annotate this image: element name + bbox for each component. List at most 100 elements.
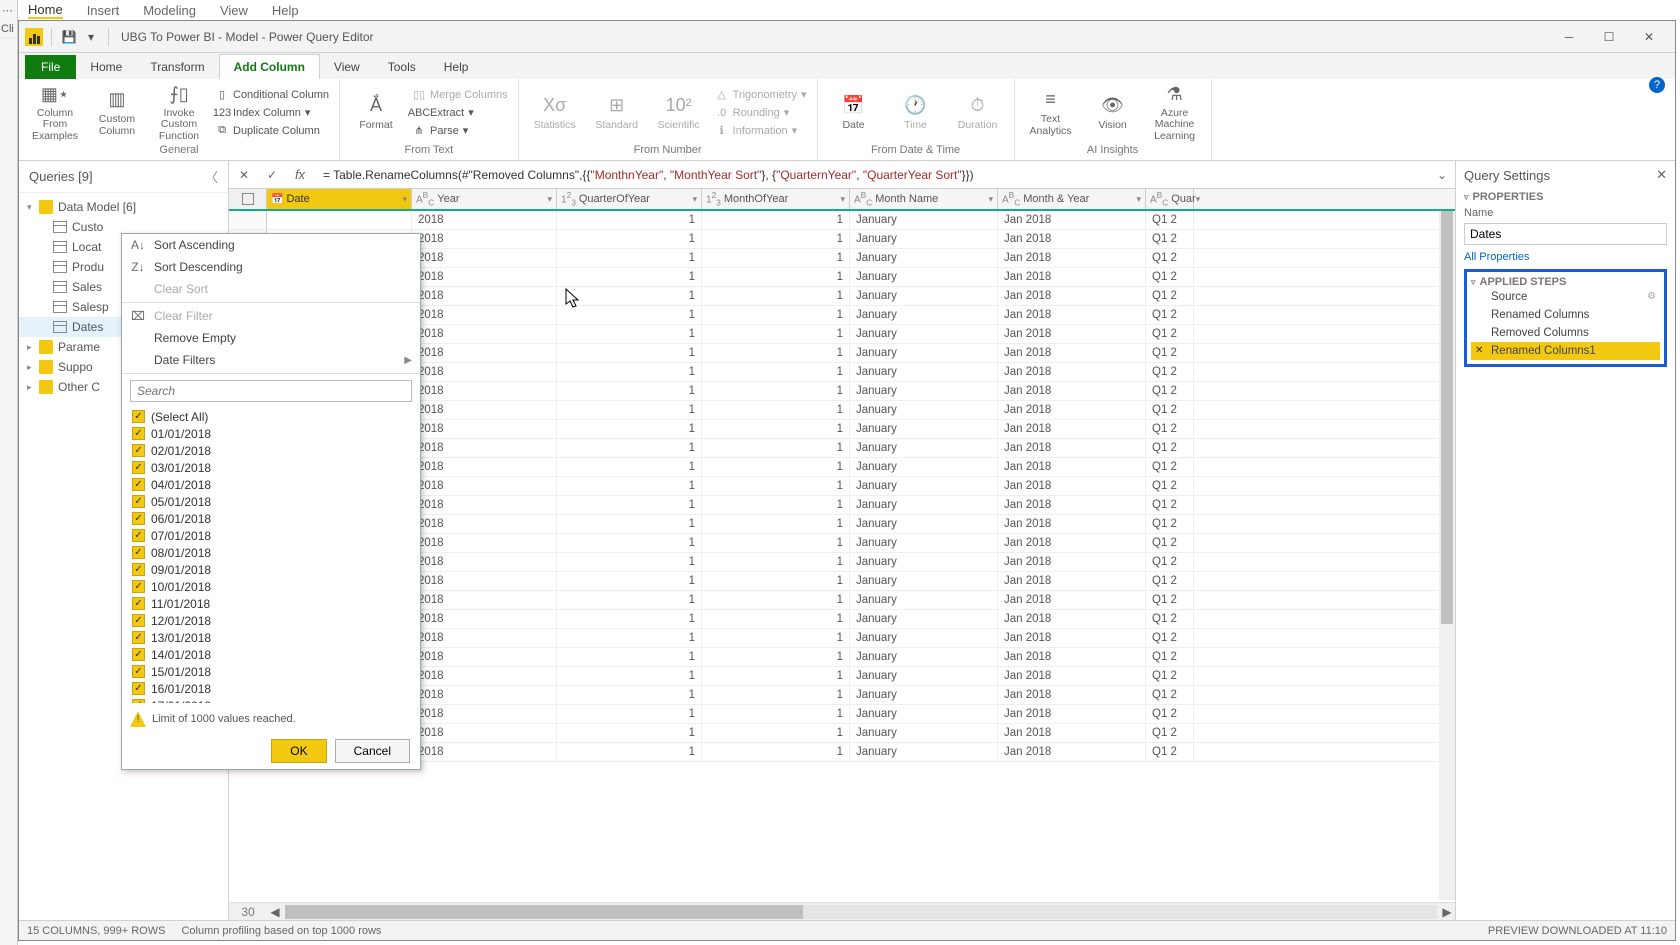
filter-checkbox-item[interactable]: ✓05/01/2018 bbox=[130, 493, 412, 510]
commit-formula-icon[interactable]: ✓ bbox=[261, 164, 283, 186]
save-icon[interactable]: 💾 bbox=[60, 28, 78, 46]
rounding-button[interactable]: .0Rounding ▾ bbox=[713, 105, 809, 121]
tab-view[interactable]: View bbox=[320, 55, 374, 79]
horizontal-scrollbar[interactable]: 30 ◀ ▶ bbox=[229, 902, 1455, 920]
applied-step[interactable]: Renamed Columns1 bbox=[1471, 342, 1660, 360]
tab-file[interactable]: File bbox=[25, 55, 76, 79]
tab-add-column[interactable]: Add Column bbox=[219, 54, 320, 79]
type-icon[interactable]: 123 bbox=[706, 190, 721, 207]
column-dropdown-icon[interactable]: ▾ bbox=[402, 194, 407, 205]
maximize-button[interactable]: ☐ bbox=[1589, 22, 1629, 52]
column-dropdown-icon[interactable]: ▾ bbox=[547, 194, 552, 205]
extract-button[interactable]: ABCExtract ▾ bbox=[410, 105, 510, 121]
applied-step[interactable]: Source⚙ bbox=[1471, 288, 1660, 306]
type-icon[interactable]: ABC bbox=[416, 190, 434, 207]
time-button[interactable]: 🕐Time bbox=[888, 83, 944, 143]
tab-transform[interactable]: Transform bbox=[136, 55, 218, 79]
checkbox-icon[interactable]: ✓ bbox=[132, 699, 145, 703]
sort-ascending-item[interactable]: A↓Sort Ascending bbox=[122, 234, 420, 256]
column-header[interactable]: 123MonthOfYear▾ bbox=[702, 189, 850, 209]
remove-empty-item[interactable]: Remove Empty bbox=[122, 327, 420, 349]
help-icon[interactable]: ? bbox=[1649, 77, 1665, 93]
cancel-button[interactable]: Cancel bbox=[335, 739, 410, 763]
gear-icon[interactable]: ⚙ bbox=[1647, 291, 1656, 302]
checkbox-icon[interactable]: ✓ bbox=[132, 648, 145, 661]
scroll-left-icon[interactable]: ◀ bbox=[267, 905, 283, 919]
filter-checkbox-item[interactable]: ✓(Select All) bbox=[130, 408, 412, 425]
column-from-examples-button[interactable]: ▦⋆Column From Examples bbox=[27, 83, 83, 143]
formula-expand-icon[interactable]: ⌄ bbox=[1433, 168, 1451, 182]
scientific-button[interactable]: 10²Scientific bbox=[651, 83, 707, 143]
invoke-function-button[interactable]: ⨍▯Invoke Custom Function bbox=[151, 83, 207, 143]
column-header[interactable]: ABCMonth & Year▾ bbox=[998, 189, 1146, 209]
checkbox-icon[interactable]: ✓ bbox=[132, 614, 145, 627]
formula-text[interactable]: = Table.RenameColumns(#"Removed Columns"… bbox=[317, 168, 1427, 182]
column-dropdown-icon[interactable]: ▾ bbox=[1136, 194, 1141, 205]
column-dropdown-icon[interactable]: ▾ bbox=[1196, 194, 1201, 205]
tab-home[interactable]: Home bbox=[76, 55, 136, 79]
checkbox-icon[interactable]: ✓ bbox=[132, 682, 145, 695]
type-icon[interactable]: ABC bbox=[1150, 190, 1168, 207]
parse-button[interactable]: ⋔Parse ▾ bbox=[410, 123, 510, 139]
filter-checkbox-item[interactable]: ✓15/01/2018 bbox=[130, 663, 412, 680]
filter-checkbox-item[interactable]: ✓01/01/2018 bbox=[130, 425, 412, 442]
column-header[interactable]: ABCMonth Name▾ bbox=[850, 189, 998, 209]
checkbox-icon[interactable]: ✓ bbox=[132, 478, 145, 491]
tab-tools[interactable]: Tools bbox=[374, 55, 430, 79]
column-header[interactable]: ABCQuar▾ bbox=[1146, 189, 1194, 209]
filter-checkbox-item[interactable]: ✓03/01/2018 bbox=[130, 459, 412, 476]
checkbox-icon[interactable]: ✓ bbox=[132, 563, 145, 576]
filter-checkbox-item[interactable]: ✓04/01/2018 bbox=[130, 476, 412, 493]
properties-section[interactable]: PROPERTIES bbox=[1473, 191, 1544, 203]
qat-dropdown-icon[interactable]: ▾ bbox=[82, 28, 100, 46]
filter-checkbox-item[interactable]: ✓02/01/2018 bbox=[130, 442, 412, 459]
filter-checkbox-item[interactable]: ✓12/01/2018 bbox=[130, 612, 412, 629]
all-properties-link[interactable]: All Properties bbox=[1464, 251, 1667, 263]
close-settings-icon[interactable]: ✕ bbox=[1656, 167, 1667, 183]
duplicate-column-button[interactable]: ⧉Duplicate Column bbox=[213, 123, 331, 139]
filter-checkbox-item[interactable]: ✓14/01/2018 bbox=[130, 646, 412, 663]
query-name-input[interactable] bbox=[1464, 223, 1667, 245]
checkbox-icon[interactable]: ✓ bbox=[132, 597, 145, 610]
checkbox-icon[interactable]: ✓ bbox=[132, 461, 145, 474]
ok-button[interactable]: OK bbox=[271, 739, 326, 763]
type-icon[interactable]: 📅 bbox=[271, 194, 283, 205]
column-header[interactable]: 📅Date▾ bbox=[267, 189, 412, 209]
filter-checkbox-item[interactable]: ✓13/01/2018 bbox=[130, 629, 412, 646]
collapse-queries-icon[interactable]: 〈 bbox=[205, 167, 218, 186]
aml-button[interactable]: ⚗Azure Machine Learning bbox=[1147, 83, 1203, 143]
applied-step[interactable]: Removed Columns bbox=[1471, 324, 1660, 342]
filter-checkbox-item[interactable]: ✓17/01/2018 bbox=[130, 697, 412, 703]
checkbox-icon[interactable]: ✓ bbox=[132, 665, 145, 678]
duration-button[interactable]: ⏱Duration bbox=[950, 83, 1006, 143]
filter-checkbox-item[interactable]: ✓09/01/2018 bbox=[130, 561, 412, 578]
type-icon[interactable]: ABC bbox=[1002, 190, 1020, 207]
type-icon[interactable]: ABC bbox=[854, 190, 872, 207]
column-dropdown-icon[interactable]: ▾ bbox=[692, 194, 697, 205]
index-column-button[interactable]: 123Index Column ▾ bbox=[213, 105, 331, 121]
vision-button[interactable]: 👁Vision bbox=[1085, 83, 1141, 143]
checkbox-icon[interactable]: ✓ bbox=[132, 410, 145, 423]
custom-column-button[interactable]: ▥Custom Column bbox=[89, 83, 145, 143]
checkbox-icon[interactable]: ✓ bbox=[132, 529, 145, 542]
checkbox-icon[interactable]: ✓ bbox=[132, 427, 145, 440]
date-button[interactable]: 📅Date bbox=[826, 83, 882, 143]
tab-help[interactable]: Help bbox=[430, 55, 483, 79]
filter-checkbox-item[interactable]: ✓08/01/2018 bbox=[130, 544, 412, 561]
filter-search-input[interactable] bbox=[130, 380, 412, 402]
sort-descending-item[interactable]: Z↓Sort Descending bbox=[122, 256, 420, 278]
merge-columns-button[interactable]: ▯▯Merge Columns bbox=[410, 87, 510, 103]
format-button[interactable]: ẮFormat bbox=[348, 83, 404, 143]
statistics-button[interactable]: ΧσStatistics bbox=[527, 83, 583, 143]
filter-checkbox-item[interactable]: ✓16/01/2018 bbox=[130, 680, 412, 697]
column-dropdown-icon[interactable]: ▾ bbox=[840, 194, 845, 205]
checkbox-icon[interactable]: ✓ bbox=[132, 444, 145, 457]
checkbox-icon[interactable]: ✓ bbox=[132, 512, 145, 525]
filter-checkbox-item[interactable]: ✓06/01/2018 bbox=[130, 510, 412, 527]
column-header[interactable]: 123QuarterOfYear▾ bbox=[557, 189, 702, 209]
vertical-scrollbar[interactable] bbox=[1439, 211, 1455, 900]
checkbox-icon[interactable]: ✓ bbox=[132, 495, 145, 508]
text-analytics-button[interactable]: ≡Text Analytics bbox=[1023, 83, 1079, 143]
select-all-corner[interactable] bbox=[229, 189, 267, 209]
type-icon[interactable]: 123 bbox=[561, 190, 576, 207]
